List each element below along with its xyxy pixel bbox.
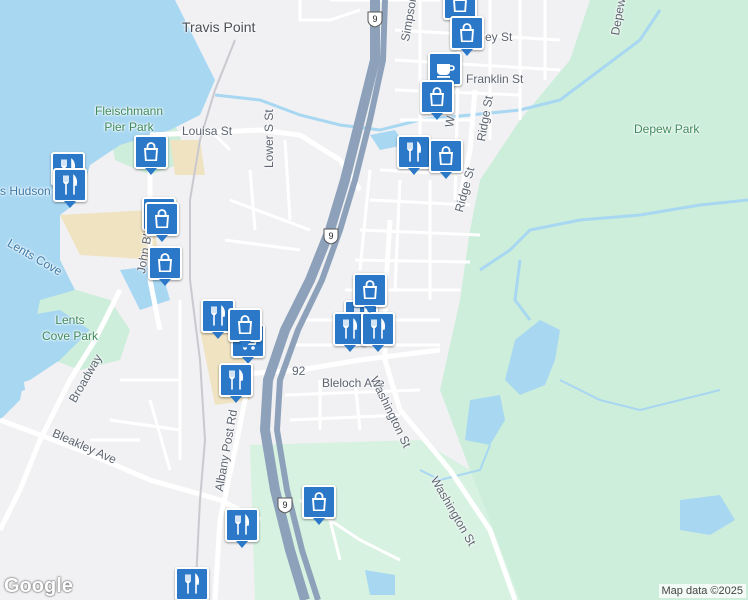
map-data-credit[interactable]: Map data ©2025 [658, 584, 746, 598]
fork-knife-icon [403, 141, 425, 163]
label-route-92: 92 [292, 364, 306, 378]
poi-marker[interactable] [353, 273, 387, 313]
poi-marker[interactable] [225, 508, 259, 548]
route-9-shield-bottom: 9 [276, 496, 294, 514]
label-depew-park: Depew Park [634, 122, 700, 136]
poi-marker[interactable] [450, 16, 484, 56]
fork-knife-icon [231, 514, 253, 536]
shopping-bag-icon [359, 279, 381, 301]
label-lents-cove-park: Lents Cove Park [42, 313, 99, 343]
route-9-shield-mid: 9 [322, 227, 340, 245]
map-canvas[interactable]: Travis Point Fleischmann Pier Park Louis… [0, 0, 748, 600]
label-w-st: W [442, 114, 458, 129]
label-ey-st: ey St [485, 30, 513, 44]
fork-knife-icon [59, 174, 81, 196]
fork-knife-icon [225, 369, 247, 391]
label-travis-point: Travis Point [182, 19, 256, 35]
shopping-bag-icon [456, 22, 478, 44]
route-9-shield-top-text: 9 [372, 14, 377, 24]
label-lower-s-st: Lower S St [262, 109, 276, 168]
poi-marker[interactable] [175, 567, 209, 600]
shopping-bag-icon [151, 208, 173, 230]
shopping-bag-icon [426, 86, 448, 108]
shopping-bag-icon [154, 252, 176, 274]
poi-marker[interactable] [148, 246, 182, 286]
poi-marker-shop-south[interactable] [302, 485, 336, 525]
fork-knife-icon [339, 318, 361, 340]
route-9-shield-mid-text: 9 [328, 231, 333, 241]
label-fleischmann-pier-park: Fleischmann Pier Park [95, 104, 164, 134]
poi-marker[interactable] [219, 363, 253, 403]
poi-marker[interactable] [397, 135, 431, 175]
label-louisa-st: Louisa St [182, 124, 233, 138]
poi-marker[interactable] [420, 80, 454, 120]
label-s-hudson: s Hudson [0, 184, 51, 198]
shopping-bag-icon [140, 141, 162, 163]
shopping-bag-icon [449, 0, 471, 14]
shopping-bag-icon [234, 314, 256, 336]
fork-knife-icon [367, 318, 389, 340]
poi-marker[interactable] [361, 312, 395, 352]
route-9-shield-bottom-text: 9 [282, 500, 287, 510]
poi-marker[interactable] [145, 202, 179, 242]
label-franklin-st: Franklin St [466, 72, 524, 86]
shopping-bag-icon [308, 491, 330, 513]
coffee-cup-icon [434, 58, 456, 80]
route-9-shield-top: 9 [366, 10, 384, 28]
fork-knife-icon [207, 305, 229, 327]
poi-marker[interactable] [53, 168, 87, 208]
shopping-bag-icon [435, 145, 457, 167]
poi-marker[interactable] [228, 308, 262, 348]
poi-marker[interactable] [134, 135, 168, 175]
poi-marker[interactable] [429, 139, 463, 179]
fork-knife-icon [181, 573, 203, 595]
google-logo: Google [4, 575, 73, 597]
